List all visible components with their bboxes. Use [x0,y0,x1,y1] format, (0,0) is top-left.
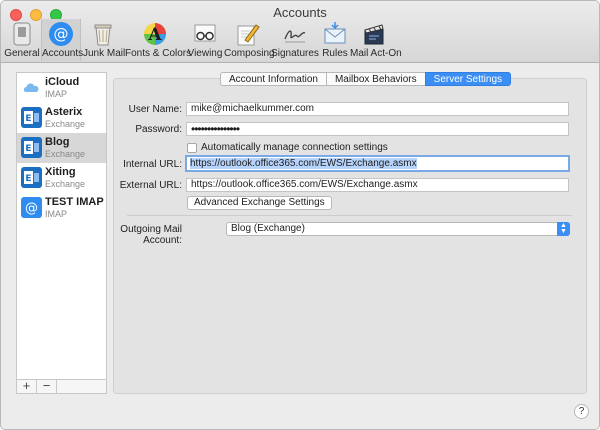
password-dots: ••••••••••••••• [191,122,240,136]
settings-tabs: Account Information Mailbox Behaviors Se… [220,72,512,86]
exchange-icon: E [21,137,42,158]
svg-text:A: A [147,25,162,45]
toolbar-mail-act-on-label: Mail Act-On [350,48,402,59]
account-type: IMAP [45,209,68,219]
account-name: Asterix [45,106,83,118]
window-title: Accounts [273,5,327,20]
account-item-test-imap[interactable]: @ TEST IMAP IMAP [17,193,106,223]
account-name: iCloud [45,76,80,88]
trash-bin-icon [94,24,112,46]
at-sign-icon: @ [49,22,73,46]
auto-manage-label: Automatically manage connection settings [201,142,388,153]
toolbar-rules-label: Rules [322,48,348,59]
external-url-field[interactable]: https://outlook.office365.com/EWS/Exchan… [186,178,569,192]
toolbar-viewing-label: Viewing [187,48,223,59]
external-url-label: External URL: [119,180,182,191]
outgoing-mail-label: Outgoing Mail Account: [120,224,182,246]
rules-envelope-icon [324,22,346,44]
tab-account-information[interactable]: Account Information [220,72,326,86]
account-item-asterix[interactable]: E Asterix Exchange [17,103,106,133]
add-account-button[interactable]: + [17,379,37,393]
tab-mailbox-behaviors[interactable]: Mailbox Behaviors [325,72,425,86]
toolbar-mail-act-on[interactable]: Mail Act-On [350,19,402,61]
preferences-window: Accounts General @ Accounts Junk Mail A … [0,0,600,430]
exchange-icon: E [21,107,42,128]
user-name-label: User Name: [128,104,182,115]
outgoing-mail-value: Blog (Exchange) [231,223,305,234]
glasses-icon [194,24,216,42]
user-name-field[interactable]: mike@michaelkummer.com [186,102,569,116]
account-name: TEST IMAP [45,196,104,208]
advanced-exchange-settings-button[interactable]: Advanced Exchange Settings [187,196,332,210]
general-switch-icon [13,22,31,46]
toolbar-signatures[interactable]: Signatures [271,19,319,61]
internal-url-label: Internal URL: [123,159,182,170]
toolbar-signatures-label: Signatures [271,48,319,59]
password-label: Password: [135,124,182,135]
toolbar-junk-mail-label: Junk Mail [83,48,126,59]
toolbar-fonts-colors-label: Fonts & Colors [125,48,192,59]
svg-text:@: @ [25,201,38,216]
outgoing-mail-select[interactable]: Blog (Exchange) ▲ ▼ [226,222,570,236]
accounts-list-footer: + − [16,379,107,394]
remove-account-button[interactable]: − [37,379,57,393]
chevron-up-down-icon: ▲ ▼ [557,222,570,236]
account-item-icloud[interactable]: iCloud IMAP [17,73,106,103]
svg-text:E: E [25,174,31,184]
toolbar-accounts[interactable]: @ Accounts [41,19,84,61]
account-type: Exchange [45,179,86,189]
toolbar-composing[interactable]: Composing [224,19,275,61]
account-name: Blog [45,136,70,148]
account-item-blog[interactable]: E Blog Exchange [17,133,106,163]
help-button[interactable]: ? [574,404,589,419]
toolbar-general-label: General [4,48,40,59]
fonts-colors-icon: A [144,23,166,45]
section-divider [127,215,572,216]
at-sign-icon: @ [21,197,42,218]
exchange-icon: E [21,167,42,188]
auto-manage-checkbox[interactable] [187,143,197,153]
svg-text:E: E [25,144,31,154]
account-item-xiting[interactable]: E Xiting Exchange [17,163,106,193]
account-type: IMAP [45,89,68,99]
svg-text:E: E [25,114,31,124]
tab-server-settings[interactable]: Server Settings [424,72,512,86]
toolbar-accounts-label: Accounts [42,48,84,59]
account-type: Exchange [45,149,86,159]
toolbar-fonts-colors[interactable]: A Fonts & Colors [125,19,192,61]
toolbar-junk-mail[interactable]: Junk Mail [83,19,126,61]
internal-url-value: https://outlook.office365.com/EWS/Exchan… [190,158,417,169]
pencil-paper-icon [237,24,260,46]
toolbar-general[interactable]: General [3,19,41,61]
toolbar-rules[interactable]: Rules [321,19,349,61]
toolbar-composing-label: Composing [224,48,275,59]
internal-url-field[interactable]: https://outlook.office365.com/EWS/Exchan… [185,155,570,172]
cloud-icon [21,77,42,98]
preferences-toolbar: General @ Accounts Junk Mail A Fonts & C… [1,19,599,63]
signature-icon [284,30,306,43]
clapperboard-icon [364,24,384,45]
toolbar-viewing[interactable]: Viewing [187,19,223,61]
svg-text:@: @ [54,25,69,43]
password-field[interactable]: ••••••••••••••• [186,122,569,136]
account-type: Exchange [45,119,86,129]
account-name: Xiting [45,166,76,178]
